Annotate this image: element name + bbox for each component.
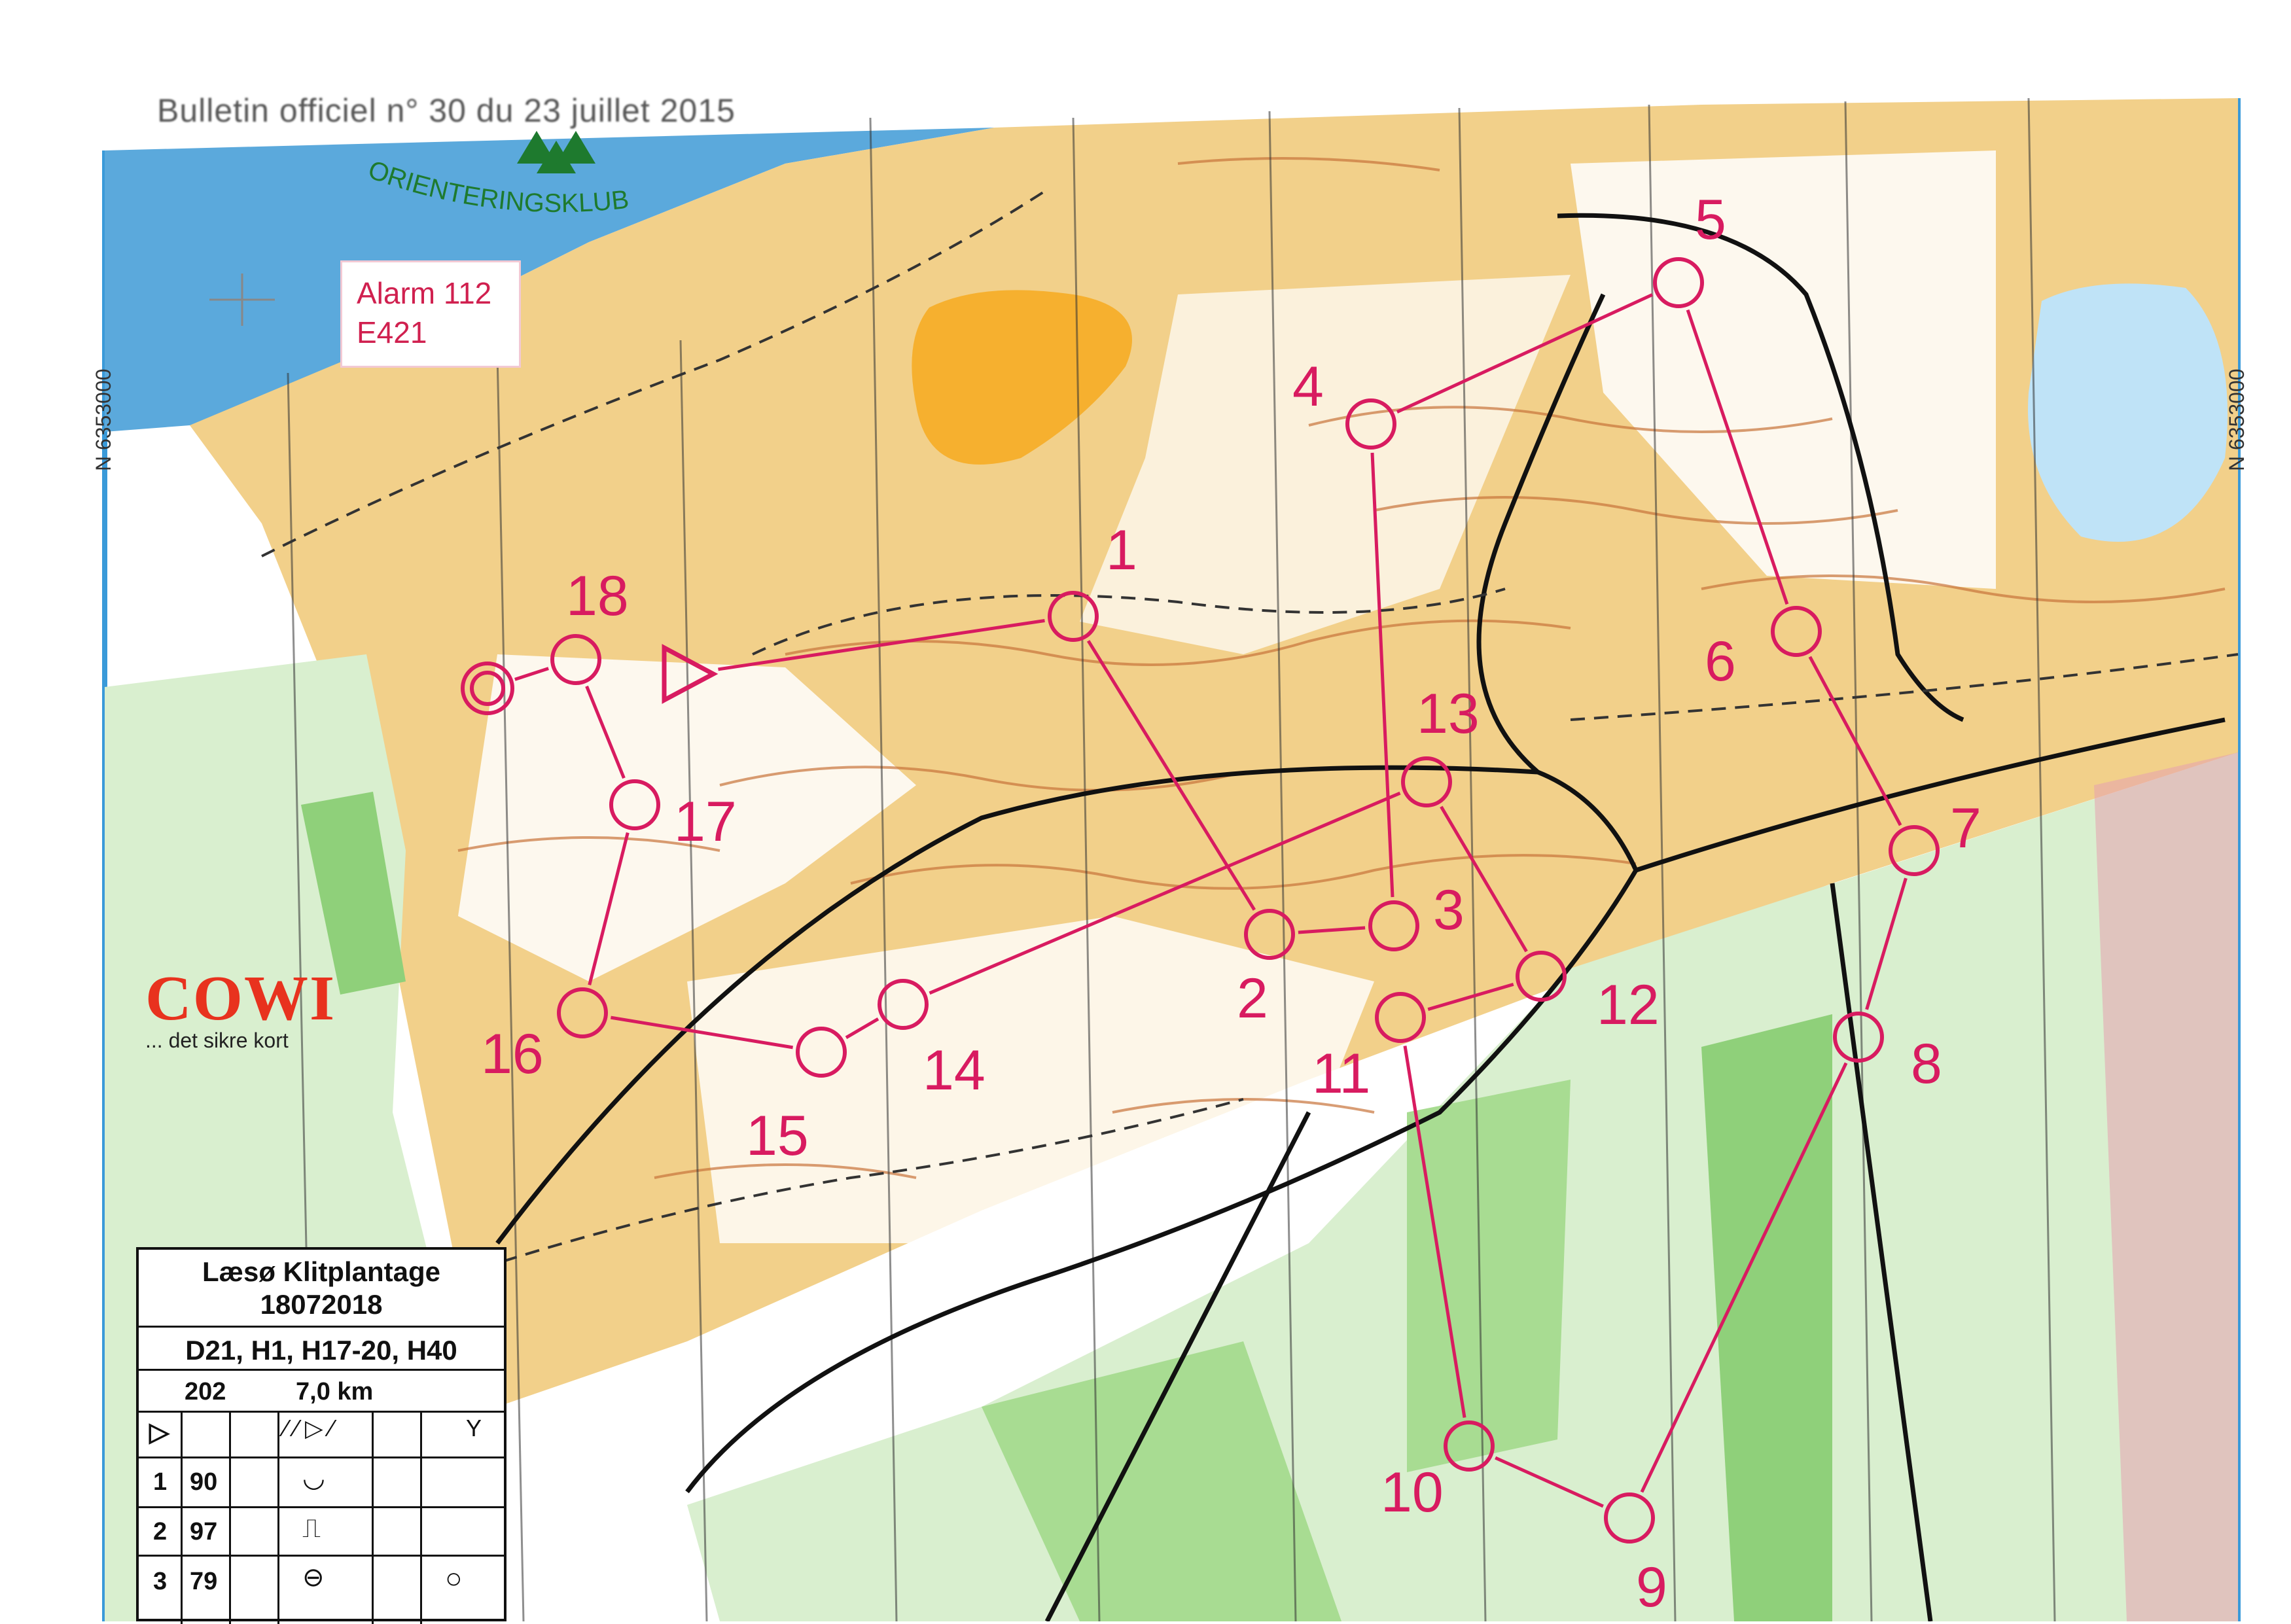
legend-depression-icon: ◡ [302, 1464, 325, 1492]
control-label-3: 3 [1433, 879, 1465, 942]
bulletin-header: Bulletin officiel n° 30 du 23 juillet 20… [157, 92, 736, 129]
legend-divider [139, 1411, 504, 1413]
alarm-road: E421 [357, 315, 427, 349]
legend-boulder-icon: ⊖ [302, 1563, 325, 1592]
alarm-number: Alarm 112 [357, 276, 492, 310]
legend-row-number: 1 [153, 1468, 168, 1496]
legend-col-line [229, 1411, 231, 1624]
control-label-15: 15 [746, 1104, 809, 1167]
control-label-17: 17 [674, 790, 737, 853]
legend-col-line [277, 1411, 279, 1624]
legend-direction-icons: ⁄ ⁄ ▷ ⁄ [284, 1415, 334, 1441]
control-label-10: 10 [1381, 1461, 1444, 1524]
legend-col-line [372, 1411, 374, 1624]
lake [2028, 283, 2228, 542]
control-label-13: 13 [1417, 682, 1480, 745]
control-label-12: 12 [1597, 974, 1660, 1036]
sponsor-tagline: ... det sikre kort [145, 1029, 289, 1052]
control-label-8: 8 [1911, 1033, 1942, 1095]
legend-date: 18072018 [260, 1289, 383, 1320]
legend-divider [139, 1506, 504, 1508]
legend-col-line [181, 1411, 183, 1624]
control-label-5: 5 [1695, 188, 1726, 251]
grid-label-right: N 6353000 [2225, 368, 2248, 471]
legend-row-number: 3 [153, 1568, 168, 1595]
sponsor-logo: COWI [145, 963, 336, 1034]
legend-title: Læsø Klitplantage [202, 1256, 441, 1287]
legend-divider [139, 1555, 504, 1557]
control-label-2: 2 [1237, 967, 1268, 1030]
grid-label-left: N 6353000 [92, 368, 115, 471]
alarm-box: Alarm 112 E421 [340, 260, 521, 368]
legend-classes: D21, H1, H17-20, H40 [185, 1335, 457, 1366]
control-label-6: 6 [1705, 630, 1736, 693]
control-label-18: 18 [566, 565, 629, 627]
control-label-11: 11 [1312, 1042, 1370, 1105]
control-label-1: 1 [1106, 519, 1137, 582]
legend-knoll-icon: ⎍ [302, 1514, 321, 1543]
legend-course-number: 202 [185, 1378, 226, 1405]
legend-row-code: 90 [190, 1468, 218, 1496]
legend-row-number: 2 [153, 1518, 168, 1545]
legend-divider [139, 1326, 504, 1328]
legend-length: 7,0 km [296, 1378, 374, 1405]
legend-divider [139, 1369, 504, 1371]
green-strip-2 [1407, 1080, 1571, 1472]
legend-branch-icon: Y [466, 1415, 482, 1441]
course-legend: Læsø Klitplantage 18072018 D21, H1, H17-… [136, 1247, 506, 1624]
legend-row-code: 97 [190, 1518, 218, 1545]
control-label-7: 7 [1950, 797, 1981, 860]
control-label-4: 4 [1292, 355, 1324, 418]
legend-start-icon: ▷ [149, 1418, 169, 1447]
control-label-14: 14 [923, 1039, 986, 1102]
control-label-16: 16 [481, 1023, 544, 1086]
control-label-9: 9 [1636, 1556, 1667, 1619]
legend-divider [139, 1456, 504, 1458]
legend-control-icon: ○ [445, 1562, 463, 1595]
legend-row-code: 79 [190, 1568, 218, 1595]
legend-col-line [420, 1411, 422, 1624]
